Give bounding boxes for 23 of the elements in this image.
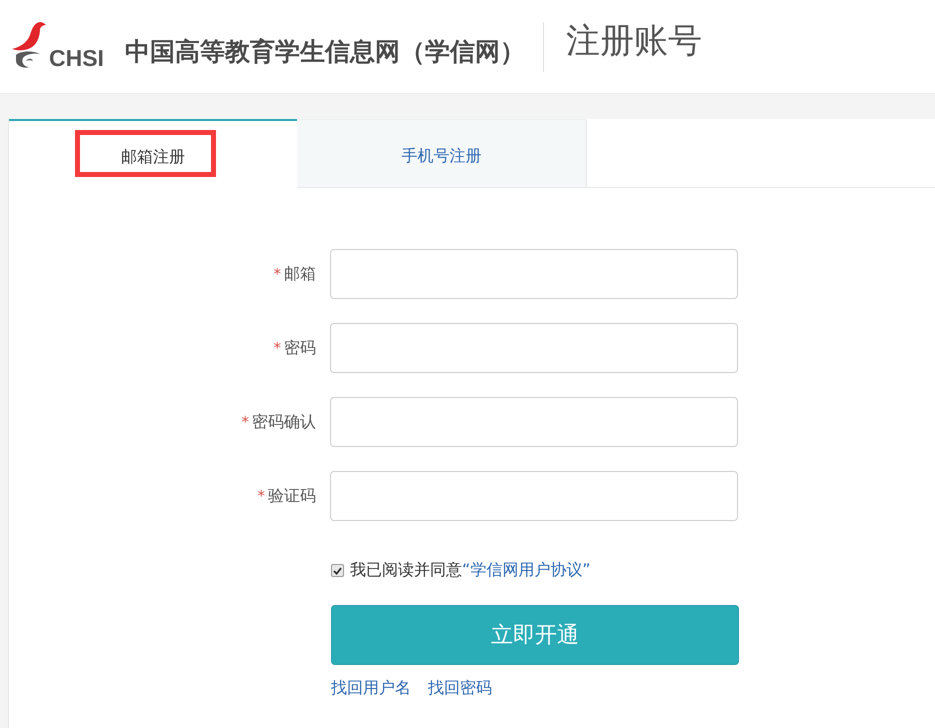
site-name: 中国高等教育学生信息网（学信网） — [124, 36, 525, 68]
field-label: 邮箱 — [284, 264, 316, 284]
checkmark-icon — [333, 566, 342, 574]
input-field[interactable] — [330, 249, 738, 299]
field-label: 密码 — [284, 338, 316, 358]
field-label: 验证码 — [268, 486, 316, 506]
bird-logo-icon — [10, 20, 48, 70]
tab[interactable]: 手机号注册 — [297, 119, 587, 188]
agreement-text: 我已阅读并同意“学信网用户协议” — [350, 560, 591, 581]
required-mark: * — [242, 413, 249, 431]
agreement-link[interactable]: “学信网用户协议” — [462, 560, 591, 579]
required-mark: * — [274, 265, 281, 283]
agree-checkbox[interactable] — [331, 564, 344, 577]
required-mark: * — [258, 487, 265, 505]
input-field[interactable] — [330, 397, 738, 447]
page-title: 注册账号 — [566, 20, 702, 62]
field-label: 密码确认 — [252, 412, 316, 432]
recovery-link[interactable]: 找回用户名 — [331, 678, 411, 699]
logo-text: CHSI — [49, 46, 104, 70]
required-mark: * — [274, 339, 281, 357]
input-field[interactable] — [330, 323, 738, 373]
input-field[interactable] — [330, 471, 738, 521]
recovery-link[interactable]: 找回密码 — [428, 678, 492, 699]
